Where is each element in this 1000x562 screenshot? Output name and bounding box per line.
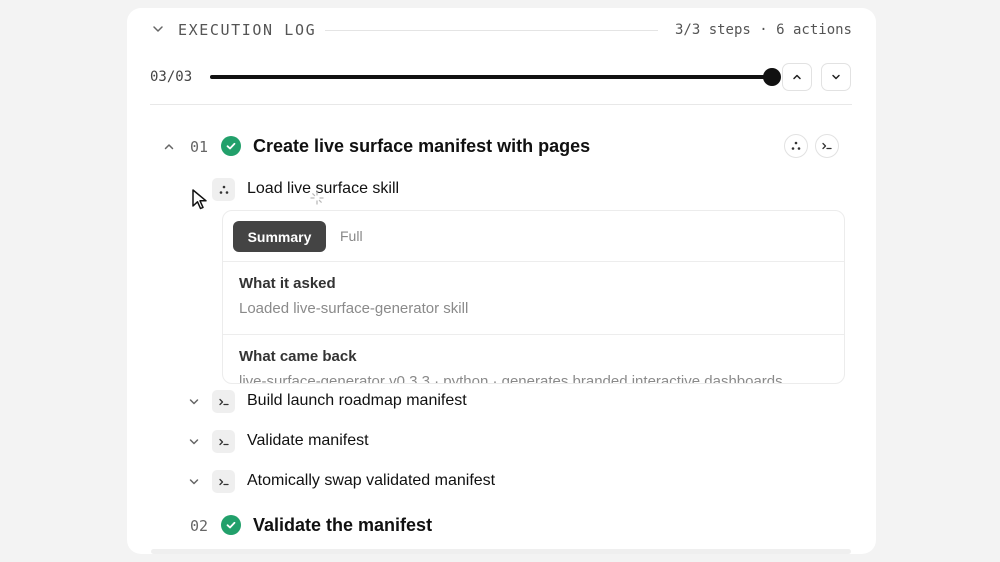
execution-log-header[interactable]: EXECUTION LOG 3/3 steps · 6 actions xyxy=(127,8,876,52)
step-title: Validate the manifest xyxy=(253,515,433,535)
check-circle-icon xyxy=(221,515,241,535)
timeline-scrubber-track[interactable] xyxy=(210,75,772,79)
chevron-down-icon[interactable] xyxy=(187,475,201,489)
terminal-icon xyxy=(212,470,235,493)
detail-text-asked: Loaded live-surface-generator skill xyxy=(239,300,469,317)
chevron-up-icon xyxy=(793,74,801,80)
mouse-cursor-icon xyxy=(192,189,207,210)
action-row-build-manifest[interactable]: Build launch roadmap manifest xyxy=(127,389,876,415)
card-divider xyxy=(223,261,844,262)
step-row-02[interactable]: 02 Validate the manifest xyxy=(127,511,876,541)
step-number: 02 xyxy=(190,517,209,535)
chevron-down-icon xyxy=(832,74,840,80)
chevron-down-icon[interactable] xyxy=(187,435,201,449)
action-row-load-skill[interactable]: Load live surface skill xyxy=(127,177,876,203)
terminal-filter-button[interactable] xyxy=(815,134,839,158)
section-divider xyxy=(150,104,852,105)
detail-heading-returned: What came back xyxy=(239,348,357,365)
action-label: Build launch roadmap manifest xyxy=(247,392,467,409)
terminal-icon xyxy=(212,390,235,413)
execution-log-panel: EXECUTION LOG 3/3 steps · 6 actions 03/0… xyxy=(127,8,876,554)
terminal-icon xyxy=(822,142,832,150)
scroll-overflow-indicator xyxy=(151,549,851,554)
action-row-validate-manifest[interactable]: Validate manifest xyxy=(127,429,876,455)
chevron-down-icon[interactable] xyxy=(187,395,201,409)
chevron-down-icon[interactable] xyxy=(151,22,165,36)
action-label: Validate manifest xyxy=(247,432,369,449)
timeline-scrubber-fill xyxy=(210,75,772,79)
step-row-01[interactable]: 01 Create live surface manifest with pag… xyxy=(127,132,876,162)
steps-actions-summary: 3/3 steps · 6 actions xyxy=(674,22,852,38)
chevron-up-icon[interactable] xyxy=(162,140,176,154)
step-title: Create live surface manifest with pages xyxy=(253,136,591,156)
action-label: Atomically swap validated manifest xyxy=(247,472,496,489)
card-divider xyxy=(223,334,844,335)
tab-summary[interactable]: Summary xyxy=(233,221,326,252)
step-counter: 03/03 xyxy=(150,69,193,85)
header-divider-line xyxy=(325,30,658,31)
check-circle-icon xyxy=(221,136,241,156)
timeline-scrubber-thumb[interactable] xyxy=(763,68,781,86)
skill-icon xyxy=(212,178,235,201)
execution-log-title: EXECUTION LOG xyxy=(178,21,317,39)
previous-step-button[interactable] xyxy=(782,63,812,91)
next-step-button[interactable] xyxy=(821,63,851,91)
action-detail-card: Summary Full What it asked Loaded live-s… xyxy=(222,210,845,384)
skill-filter-button[interactable] xyxy=(784,134,808,158)
tab-full[interactable]: Full xyxy=(340,228,363,244)
action-row-swap-manifest[interactable]: Atomically swap validated manifest xyxy=(127,469,876,495)
step-number: 01 xyxy=(190,138,209,156)
skill-icon xyxy=(791,141,801,150)
loading-spinner-icon xyxy=(310,191,324,205)
terminal-icon xyxy=(212,430,235,453)
detail-heading-asked: What it asked xyxy=(239,275,336,292)
detail-text-returned: live-surface-generator v0.3.3 · python ·… xyxy=(239,373,783,384)
